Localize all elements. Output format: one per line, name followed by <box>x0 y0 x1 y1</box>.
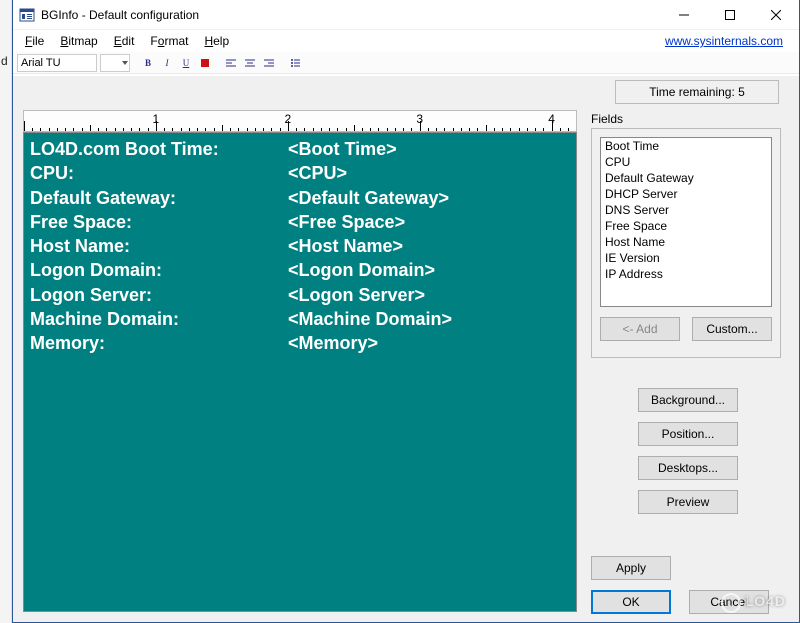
field-item[interactable]: IE Version <box>601 250 771 266</box>
app-icon <box>19 7 35 23</box>
editor-label: Default Gateway: <box>30 186 288 210</box>
maximize-button[interactable] <box>707 0 753 30</box>
editor-canvas[interactable]: LO4D.com Boot Time:<Boot Time>CPU:<CPU>D… <box>23 132 577 612</box>
font-size-select[interactable] <box>100 54 130 72</box>
color-button[interactable] <box>197 55 213 71</box>
fields-group: Boot TimeCPUDefault GatewayDHCP ServerDN… <box>591 128 781 358</box>
sysinternals-link[interactable]: www.sysinternals.com <box>665 34 795 48</box>
field-item[interactable]: Free Space <box>601 218 771 234</box>
menu-help[interactable]: Help <box>196 32 237 50</box>
align-left-button[interactable] <box>223 55 239 71</box>
menu-file[interactable]: File <box>17 32 52 50</box>
editor-row: Default Gateway:<Default Gateway> <box>30 186 570 210</box>
editor-row: Logon Domain:<Logon Domain> <box>30 258 570 282</box>
italic-button[interactable]: I <box>159 55 175 71</box>
ok-button[interactable]: OK <box>591 590 671 614</box>
field-item[interactable]: IP Address <box>601 266 771 282</box>
field-item[interactable]: Host Name <box>601 234 771 250</box>
field-item[interactable]: DNS Server <box>601 202 771 218</box>
bullets-button[interactable] <box>287 55 303 71</box>
field-item[interactable]: Boot Time <box>601 138 771 154</box>
close-button[interactable] <box>753 0 799 30</box>
background-window-edge: d <box>0 0 12 623</box>
editor-label: Machine Domain: <box>30 307 288 331</box>
desktops-button[interactable]: Desktops... <box>638 456 738 480</box>
window-title: BGInfo - Default configuration <box>41 8 199 22</box>
app-window: BGInfo - Default configuration File Bitm… <box>12 0 800 623</box>
bottom-button-group: Apply OK Cancel <box>591 546 791 614</box>
editor-row: Machine Domain:<Machine Domain> <box>30 307 570 331</box>
minimize-button[interactable] <box>661 0 707 30</box>
content-area: Time remaining: 5 1234 LO4D.com Boot Tim… <box>13 76 799 622</box>
editor-value: <Memory> <box>288 331 570 355</box>
editor-value: <Free Space> <box>288 210 570 234</box>
preview-button[interactable]: Preview <box>638 490 738 514</box>
editor-label: Logon Server: <box>30 283 288 307</box>
editor-value: <Logon Server> <box>288 283 570 307</box>
menu-bitmap[interactable]: Bitmap <box>52 32 105 50</box>
editor-label: CPU: <box>30 161 288 185</box>
editor-value: <CPU> <box>288 161 570 185</box>
field-item[interactable]: DHCP Server <box>601 186 771 202</box>
menu-format[interactable]: Format <box>142 32 196 50</box>
font-select[interactable]: Arial TU <box>17 54 97 72</box>
editor-row: LO4D.com Boot Time:<Boot Time> <box>30 137 570 161</box>
cancel-button[interactable]: Cancel <box>689 590 769 614</box>
add-field-button[interactable]: <- Add <box>600 317 680 341</box>
editor-value: <Host Name> <box>288 234 570 258</box>
editor-label: Memory: <box>30 331 288 355</box>
ruler[interactable]: 1234 <box>23 110 577 132</box>
editor-row: Host Name:<Host Name> <box>30 234 570 258</box>
underline-button[interactable]: U <box>178 55 194 71</box>
background-char: d <box>1 54 8 68</box>
field-item[interactable]: Default Gateway <box>601 170 771 186</box>
fields-listbox[interactable]: Boot TimeCPUDefault GatewayDHCP ServerDN… <box>600 137 772 307</box>
editor-row: CPU:<CPU> <box>30 161 570 185</box>
right-button-group: Background... Position... Desktops... Pr… <box>623 388 753 514</box>
editor-value: <Logon Domain> <box>288 258 570 282</box>
fields-heading: Fields <box>591 112 623 126</box>
editor-row: Logon Server:<Logon Server> <box>30 283 570 307</box>
editor-row: Memory:<Memory> <box>30 331 570 355</box>
apply-button[interactable]: Apply <box>591 556 671 580</box>
menu-edit[interactable]: Edit <box>106 32 143 50</box>
bold-button[interactable]: B <box>140 55 156 71</box>
time-remaining-box: Time remaining: 5 <box>615 80 779 104</box>
editor-label: Host Name: <box>30 234 288 258</box>
align-right-button[interactable] <box>261 55 277 71</box>
position-button[interactable]: Position... <box>638 422 738 446</box>
editor-label: LO4D.com Boot Time: <box>30 137 288 161</box>
editor-value: <Default Gateway> <box>288 186 570 210</box>
align-center-button[interactable] <box>242 55 258 71</box>
editor-value: <Machine Domain> <box>288 307 570 331</box>
editor-label: Logon Domain: <box>30 258 288 282</box>
editor-value: <Boot Time> <box>288 137 570 161</box>
titlebar: BGInfo - Default configuration <box>13 0 799 30</box>
editor-row: Free Space:<Free Space> <box>30 210 570 234</box>
format-toolbar: Arial TU B I U <box>13 52 799 74</box>
custom-field-button[interactable]: Custom... <box>692 317 772 341</box>
editor-label: Free Space: <box>30 210 288 234</box>
background-button[interactable]: Background... <box>638 388 738 412</box>
menubar: File Bitmap Edit Format Help www.sysinte… <box>13 30 799 52</box>
field-item[interactable]: CPU <box>601 154 771 170</box>
